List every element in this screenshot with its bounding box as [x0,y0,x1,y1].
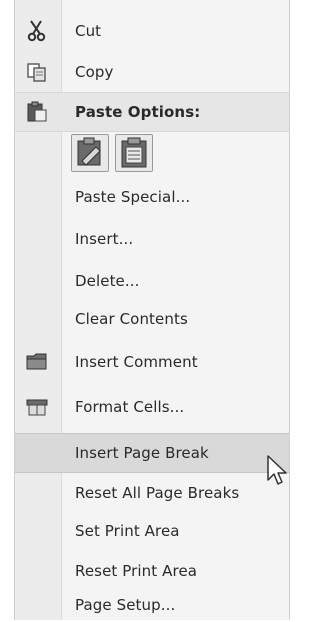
menu-item-label: Reset Print Area [75,562,198,580]
context-menu: Cut Copy Paste Options: Paste Special...… [14,0,290,620]
menu-item-label: Format Cells... [75,398,185,416]
mouse-cursor-icon [267,455,287,485]
menu-item-set-print-area[interactable]: Set Print Area [15,512,289,550]
menu-item-label: Clear Contents [75,310,188,328]
scissors-icon [27,20,46,42]
copy-icon [27,63,46,82]
paste-options-header: Paste Options: [15,92,289,132]
menu-item-format-cells[interactable]: Format Cells... [15,388,289,426]
menu-item-copy[interactable]: Copy [15,53,289,91]
menu-item-label: Insert... [75,230,134,248]
menu-item-clear-contents[interactable]: Clear Contents [15,300,289,338]
menu-item-page-setup[interactable]: Page Setup... [15,590,289,620]
menu-item-label: Page Setup... [75,596,176,614]
menu-item-insert-comment[interactable]: Insert Comment [15,343,289,381]
format-cells-icon [26,399,48,416]
menu-item-cut[interactable]: Cut [15,12,289,50]
menu-item-label: Set Print Area [75,522,180,540]
menu-item-insert[interactable]: Insert... [15,220,289,258]
menu-item-label: Reset All Page Breaks [75,484,240,502]
menu-item-reset-all-page-breaks[interactable]: Reset All Page Breaks [15,474,289,512]
paste-icon [27,101,47,122]
paste-values-icon [121,137,147,168]
paste-formatting-button[interactable] [71,134,109,172]
menu-item-label: Paste Special... [75,188,191,206]
menu-item-label: Delete... [75,272,140,290]
menu-item-label: Copy [75,63,114,81]
paste-options-row [71,132,271,176]
paste-values-button[interactable] [115,134,153,172]
comment-icon [26,353,47,370]
menu-item-label: Paste Options: [75,103,201,121]
menu-item-label: Cut [75,22,102,40]
paste-formatting-icon [77,137,101,166]
menu-item-delete[interactable]: Delete... [15,262,289,300]
menu-item-reset-print-area[interactable]: Reset Print Area [15,552,289,590]
menu-item-label: Insert Page Break [75,444,209,462]
menu-item-paste-special[interactable]: Paste Special... [15,178,289,216]
menu-item-label: Insert Comment [75,353,198,371]
menu-item-insert-page-break[interactable]: Insert Page Break [15,433,289,473]
